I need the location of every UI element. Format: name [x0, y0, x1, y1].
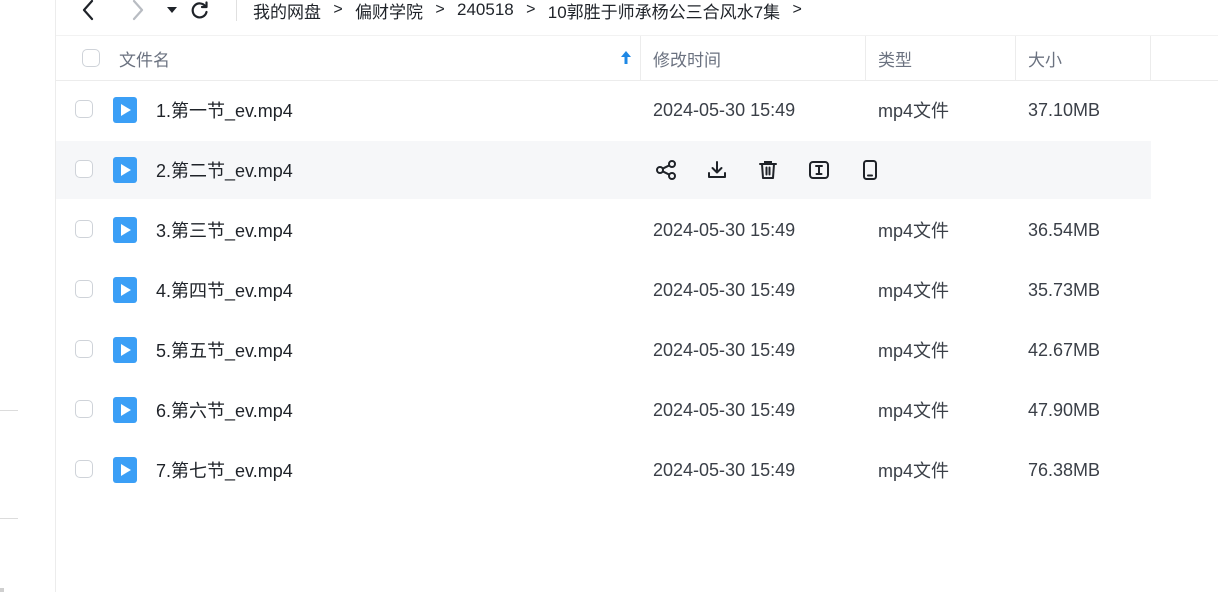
- modified-time: 2024-05-30 15:49: [653, 339, 796, 360]
- breadcrumb-separator: >: [333, 1, 343, 18]
- row-checkbox[interactable]: [75, 100, 93, 118]
- table-row[interactable]: 1.第一节_ev.mp4 2024-05-30 15:49 mp4文件 37.10MB: [56, 81, 1151, 139]
- video-file-icon: [113, 97, 137, 123]
- row-checkbox[interactable]: [75, 160, 93, 178]
- chevron-left-icon: [82, 0, 94, 21]
- file-size: 47.90MB: [1028, 399, 1101, 420]
- header-size[interactable]: 大小: [1028, 36, 1062, 80]
- share-button[interactable]: [653, 157, 679, 183]
- row-checkbox[interactable]: [75, 400, 93, 418]
- file-type: mp4文件: [878, 101, 950, 121]
- file-size: 37.10MB: [1028, 99, 1101, 120]
- sidebar-scroll-marker: [0, 588, 4, 592]
- breadcrumb-separator[interactable]: >: [789, 1, 805, 19]
- delete-icon: [757, 159, 779, 181]
- file-size: 42.67MB: [1028, 339, 1101, 360]
- table-row[interactable]: 7.第七节_ev.mp4 2024-05-30 15:49 mp4文件 76.38MB: [56, 441, 1151, 499]
- chevron-right-icon: [132, 0, 144, 21]
- breadcrumb-item[interactable]: 我的网盘: [253, 0, 321, 23]
- video-file-icon: [113, 457, 137, 483]
- refresh-icon: [191, 1, 208, 19]
- header-name[interactable]: 文件名: [119, 36, 170, 80]
- row-checkbox[interactable]: [75, 460, 93, 478]
- column-divider[interactable]: [640, 36, 641, 80]
- select-all-checkbox[interactable]: [82, 36, 100, 80]
- modified-time: 2024-05-30 15:49: [653, 219, 796, 240]
- file-size: 35.73MB: [1028, 279, 1101, 300]
- sort-ascending-icon[interactable]: [619, 49, 633, 67]
- breadcrumb-item[interactable]: 偏财学院: [355, 0, 423, 23]
- rename-icon: [808, 159, 830, 181]
- breadcrumb-separator: >: [526, 1, 536, 18]
- video-file-icon: [113, 337, 137, 363]
- header-type[interactable]: 类型: [878, 36, 912, 80]
- file-size: 76.38MB: [1028, 459, 1101, 480]
- sidebar-divider: [0, 410, 18, 411]
- forward-button[interactable]: [126, 0, 150, 22]
- header-modified[interactable]: 修改时间: [653, 36, 721, 80]
- file-type: mp4文件: [878, 341, 950, 361]
- file-type: mp4文件: [878, 401, 950, 421]
- column-divider[interactable]: [1150, 36, 1151, 80]
- path-toolbar: 我的网盘 > 偏财学院 > 240518 > 10郭胜于师承杨公三合风水7集 >: [56, 0, 1218, 28]
- modified-time: 2024-05-30 15:49: [653, 399, 796, 420]
- download-button[interactable]: [704, 157, 730, 183]
- table-row[interactable]: 6.第六节_ev.mp4 2024-05-30 15:49 mp4文件 47.90MB: [56, 381, 1151, 439]
- toolbar-divider: [236, 0, 237, 21]
- video-file-icon: [113, 397, 137, 423]
- video-file-icon: [113, 217, 137, 243]
- phone-button[interactable]: [857, 157, 883, 183]
- modified-time: 2024-05-30 15:49: [653, 99, 796, 120]
- download-icon: [706, 159, 728, 181]
- row-actions: [653, 157, 908, 183]
- sidebar-divider: [0, 518, 18, 519]
- phone-icon: [859, 159, 881, 181]
- modified-time: 2024-05-30 15:49: [653, 459, 796, 480]
- back-button[interactable]: [76, 0, 100, 22]
- video-file-icon: [113, 157, 137, 183]
- left-sidebar: [0, 0, 56, 592]
- table-header: 文件名 修改时间 类型 大小: [56, 35, 1218, 81]
- checkbox[interactable]: [82, 49, 100, 67]
- share-icon: [655, 159, 677, 181]
- modified-time: 2024-05-30 15:49: [653, 279, 796, 300]
- delete-button[interactable]: [755, 157, 781, 183]
- row-checkbox[interactable]: [75, 280, 93, 298]
- row-checkbox[interactable]: [75, 340, 93, 358]
- file-type: mp4文件: [878, 461, 950, 481]
- table-row[interactable]: 5.第五节_ev.mp4 2024-05-30 15:49 mp4文件 42.67MB: [56, 321, 1151, 379]
- caret-down-icon: [167, 7, 177, 13]
- file-size: 36.54MB: [1028, 219, 1101, 240]
- video-file-icon: [113, 277, 137, 303]
- file-name[interactable]: 6.第六节_ev.mp4: [156, 381, 293, 439]
- file-name[interactable]: 7.第七节_ev.mp4: [156, 441, 293, 499]
- refresh-button[interactable]: [188, 0, 212, 22]
- file-name[interactable]: 5.第五节_ev.mp4: [156, 321, 293, 379]
- file-type: mp4文件: [878, 221, 950, 241]
- breadcrumb-separator: >: [435, 1, 445, 18]
- table-row[interactable]: 2.第二节_ev.mp4: [56, 141, 1151, 199]
- breadcrumb-current[interactable]: 10郭胜于师承杨公三合风水7集: [548, 0, 780, 23]
- rename-button[interactable]: [806, 157, 832, 183]
- file-type: mp4文件: [878, 281, 950, 301]
- file-name[interactable]: 4.第四节_ev.mp4: [156, 261, 293, 319]
- history-dropdown-button[interactable]: [160, 0, 184, 22]
- table-row[interactable]: 3.第三节_ev.mp4 2024-05-30 15:49 mp4文件 36.54MB: [56, 201, 1151, 259]
- column-divider[interactable]: [1015, 36, 1016, 80]
- file-name[interactable]: 1.第一节_ev.mp4: [156, 81, 293, 139]
- table-row[interactable]: 4.第四节_ev.mp4 2024-05-30 15:49 mp4文件 35.73MB: [56, 261, 1151, 319]
- column-divider[interactable]: [865, 36, 866, 80]
- file-name[interactable]: 2.第二节_ev.mp4: [156, 141, 293, 199]
- file-name[interactable]: 3.第三节_ev.mp4: [156, 201, 293, 259]
- row-checkbox[interactable]: [75, 220, 93, 238]
- breadcrumb-item[interactable]: 240518: [457, 0, 514, 20]
